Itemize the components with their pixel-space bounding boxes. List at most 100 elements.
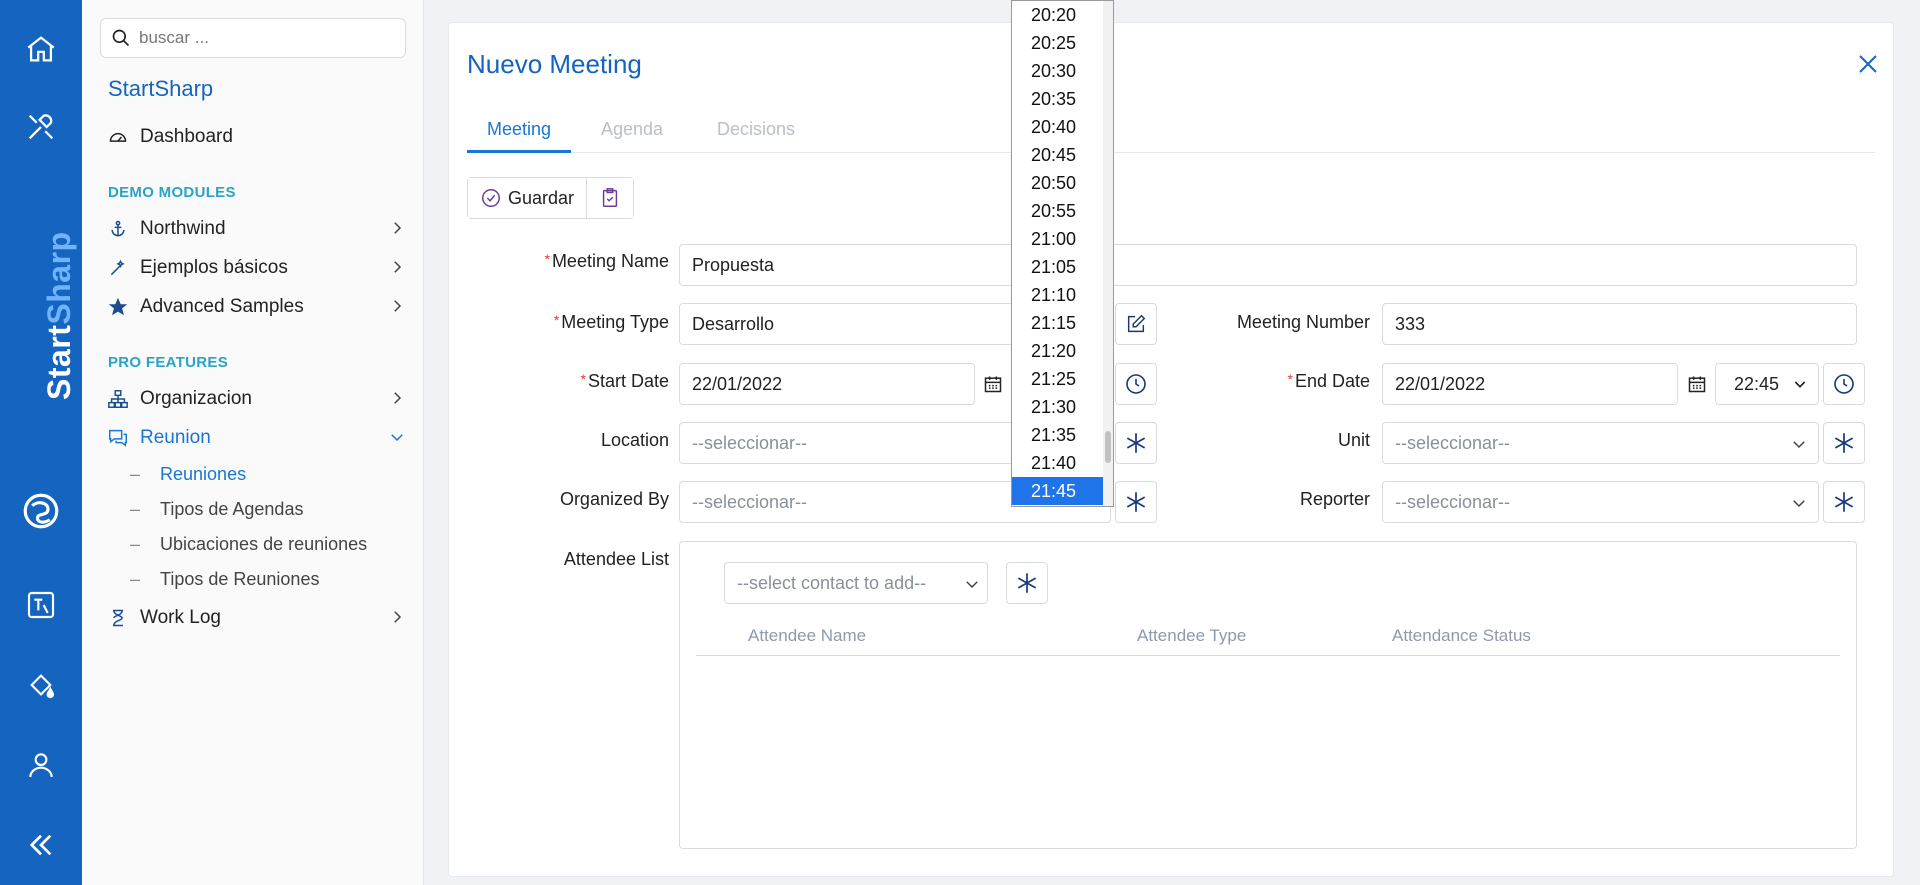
tab-agenda[interactable]: Agenda bbox=[581, 109, 683, 153]
apply-button[interactable] bbox=[586, 178, 634, 218]
chevron-right-icon bbox=[394, 392, 402, 404]
add-organizer-button[interactable] bbox=[1115, 481, 1157, 523]
sidebar-item-label: Dashboard bbox=[140, 126, 233, 147]
col-attendance-status[interactable]: Attendance Status bbox=[1392, 626, 1531, 646]
sidebar-item-organizacion[interactable]: Organizacion bbox=[106, 383, 406, 415]
brand-vertical-text: StartSharp bbox=[41, 231, 77, 400]
sidebar-item-northwind[interactable]: Northwind bbox=[106, 213, 406, 245]
asterisk-icon bbox=[1126, 433, 1146, 453]
search-input[interactable] bbox=[139, 28, 379, 48]
time-option[interactable]: 21:00 bbox=[1012, 225, 1113, 253]
sidebar-sub-tipos-agendas[interactable]: – Tipos de Agendas bbox=[130, 499, 303, 520]
calendar-icon[interactable] bbox=[981, 372, 1005, 396]
time-option[interactable]: 21:30 bbox=[1012, 393, 1113, 421]
edit-meeting-type-button[interactable] bbox=[1115, 303, 1157, 345]
tab-meeting[interactable]: Meeting bbox=[467, 109, 572, 153]
sidebar-sub-reuniones[interactable]: – Reuniones bbox=[130, 464, 246, 485]
attendee-grid: --select contact to add-- Attendee Name … bbox=[679, 541, 1857, 849]
calendar-icon[interactable] bbox=[1685, 372, 1709, 396]
col-attendee-name[interactable]: Attendee Name bbox=[748, 626, 866, 646]
chevron-down-icon bbox=[391, 434, 403, 442]
meeting-number-field[interactable]: 333 bbox=[1382, 303, 1857, 345]
collapse-icon[interactable] bbox=[20, 824, 62, 866]
check-circle-icon bbox=[482, 189, 500, 207]
sidebar-item-label: Northwind bbox=[140, 218, 226, 239]
time-option[interactable]: 20:20 bbox=[1012, 1, 1113, 29]
user-icon[interactable] bbox=[20, 744, 62, 786]
dropdown-scrollbar[interactable] bbox=[1103, 1, 1113, 506]
asterisk-icon bbox=[1834, 433, 1854, 453]
sidebar-item-label: Reunion bbox=[140, 427, 211, 448]
end-time-now-button[interactable] bbox=[1823, 363, 1865, 405]
start-date-label: * Start Date bbox=[580, 371, 670, 391]
close-icon[interactable] bbox=[1853, 49, 1883, 79]
meeting-dialog: Nuevo Meeting Meeting Agenda Decisions G… bbox=[448, 22, 1894, 877]
home-icon[interactable] bbox=[20, 28, 62, 70]
clock-icon bbox=[1834, 374, 1854, 394]
time-options: 20:20 20:25 20:30 20:35 20:40 20:45 20:50 20:55… bbox=[1012, 1, 1113, 505]
attendee-grid-header: Attendee Name Attendee Type Attendance S… bbox=[696, 618, 1840, 656]
time-option[interactable]: 21:25 bbox=[1012, 365, 1113, 393]
time-option[interactable]: 21:15 bbox=[1012, 309, 1113, 337]
org-chart-icon bbox=[106, 387, 130, 411]
chevron-right-icon bbox=[394, 611, 402, 623]
sidebar-item-label: Advanced Samples bbox=[140, 296, 304, 317]
sidebar-item-worklog[interactable]: Work Log bbox=[106, 602, 406, 634]
reporter-select[interactable]: --seleccionar-- bbox=[1382, 481, 1819, 523]
add-contact-button[interactable] bbox=[1006, 562, 1048, 604]
meeting-number-label: Meeting Number bbox=[1236, 312, 1370, 332]
start-time-dropdown[interactable]: 20:20 20:25 20:30 20:35 20:40 20:45 20:50 20:55… bbox=[1011, 0, 1114, 507]
search-box[interactable] bbox=[100, 18, 406, 58]
col-attendee-type[interactable]: Attendee Type bbox=[1137, 626, 1246, 646]
section-demo-modules: DEMO MODULES bbox=[108, 184, 236, 201]
end-time-select[interactable]: 22:45 bbox=[1715, 363, 1819, 405]
sidebar: StartSharp Dashboard DEMO MODULES Northw… bbox=[82, 0, 424, 885]
sidebar-sub-tipos-reuniones[interactable]: – Tipos de Reuniones bbox=[130, 569, 319, 590]
gauge-icon bbox=[106, 125, 130, 149]
time-option[interactable]: 21:40 bbox=[1012, 449, 1113, 477]
chevron-down-icon bbox=[1793, 441, 1805, 449]
chevron-right-icon bbox=[394, 261, 402, 273]
time-option[interactable]: 21:35 bbox=[1012, 421, 1113, 449]
time-option[interactable]: 20:25 bbox=[1012, 29, 1113, 57]
time-option[interactable]: 20:30 bbox=[1012, 57, 1113, 85]
time-option[interactable]: 20:40 bbox=[1012, 113, 1113, 141]
time-option[interactable]: 21:10 bbox=[1012, 281, 1113, 309]
end-date-label: * End Date bbox=[1287, 371, 1370, 391]
tools-icon[interactable] bbox=[20, 106, 62, 148]
contact-select[interactable]: --select contact to add-- bbox=[724, 562, 988, 604]
start-time-now-button[interactable] bbox=[1115, 363, 1157, 405]
wand-icon bbox=[106, 256, 130, 280]
meeting-name-field[interactable]: Propuesta bbox=[679, 244, 1857, 286]
start-date-field[interactable]: 22/01/2022 bbox=[679, 363, 975, 405]
sidebar-sub-ubicaciones[interactable]: – Ubicaciones de reuniones bbox=[130, 534, 367, 555]
unit-select[interactable]: --seleccionar-- bbox=[1382, 422, 1819, 464]
save-label: Guardar bbox=[508, 187, 575, 208]
add-unit-button[interactable] bbox=[1823, 422, 1865, 464]
clock-icon bbox=[1126, 374, 1146, 394]
add-location-button[interactable] bbox=[1115, 422, 1157, 464]
add-reporter-button[interactable] bbox=[1823, 481, 1865, 523]
sidebar-item-advanced[interactable]: Advanced Samples bbox=[106, 291, 406, 323]
paint-bucket-icon[interactable] bbox=[20, 664, 62, 706]
save-button[interactable]: Guardar bbox=[468, 178, 587, 218]
end-date-field[interactable]: 22/01/2022 bbox=[1382, 363, 1678, 405]
time-option[interactable]: 20:35 bbox=[1012, 85, 1113, 113]
sidebar-item-ejemplos[interactable]: Ejemplos básicos bbox=[106, 252, 406, 284]
organized-by-label: Organized By bbox=[559, 489, 669, 509]
meeting-name-label: * Meeting Name bbox=[544, 251, 669, 271]
time-option[interactable]: 21:20 bbox=[1012, 337, 1113, 365]
section-pro-features: PRO FEATURES bbox=[108, 354, 228, 371]
time-option[interactable]: 21:45 bbox=[1012, 477, 1105, 505]
time-option[interactable]: 20:50 bbox=[1012, 169, 1113, 197]
time-option[interactable]: 21:05 bbox=[1012, 253, 1113, 281]
time-option[interactable]: 20:55 bbox=[1012, 197, 1113, 225]
sidebar-item-dashboard[interactable]: Dashboard bbox=[106, 121, 406, 153]
tab-decisions[interactable]: Decisions bbox=[697, 109, 815, 153]
dialog-tabs: Meeting Agenda Decisions bbox=[467, 109, 1875, 153]
reporter-label: Reporter bbox=[1299, 489, 1370, 509]
time-option[interactable]: 20:45 bbox=[1012, 141, 1113, 169]
scrollbar-thumb[interactable] bbox=[1105, 431, 1111, 463]
sidebar-item-reunion[interactable]: Reunion bbox=[106, 422, 406, 454]
translate-icon[interactable] bbox=[20, 584, 62, 626]
